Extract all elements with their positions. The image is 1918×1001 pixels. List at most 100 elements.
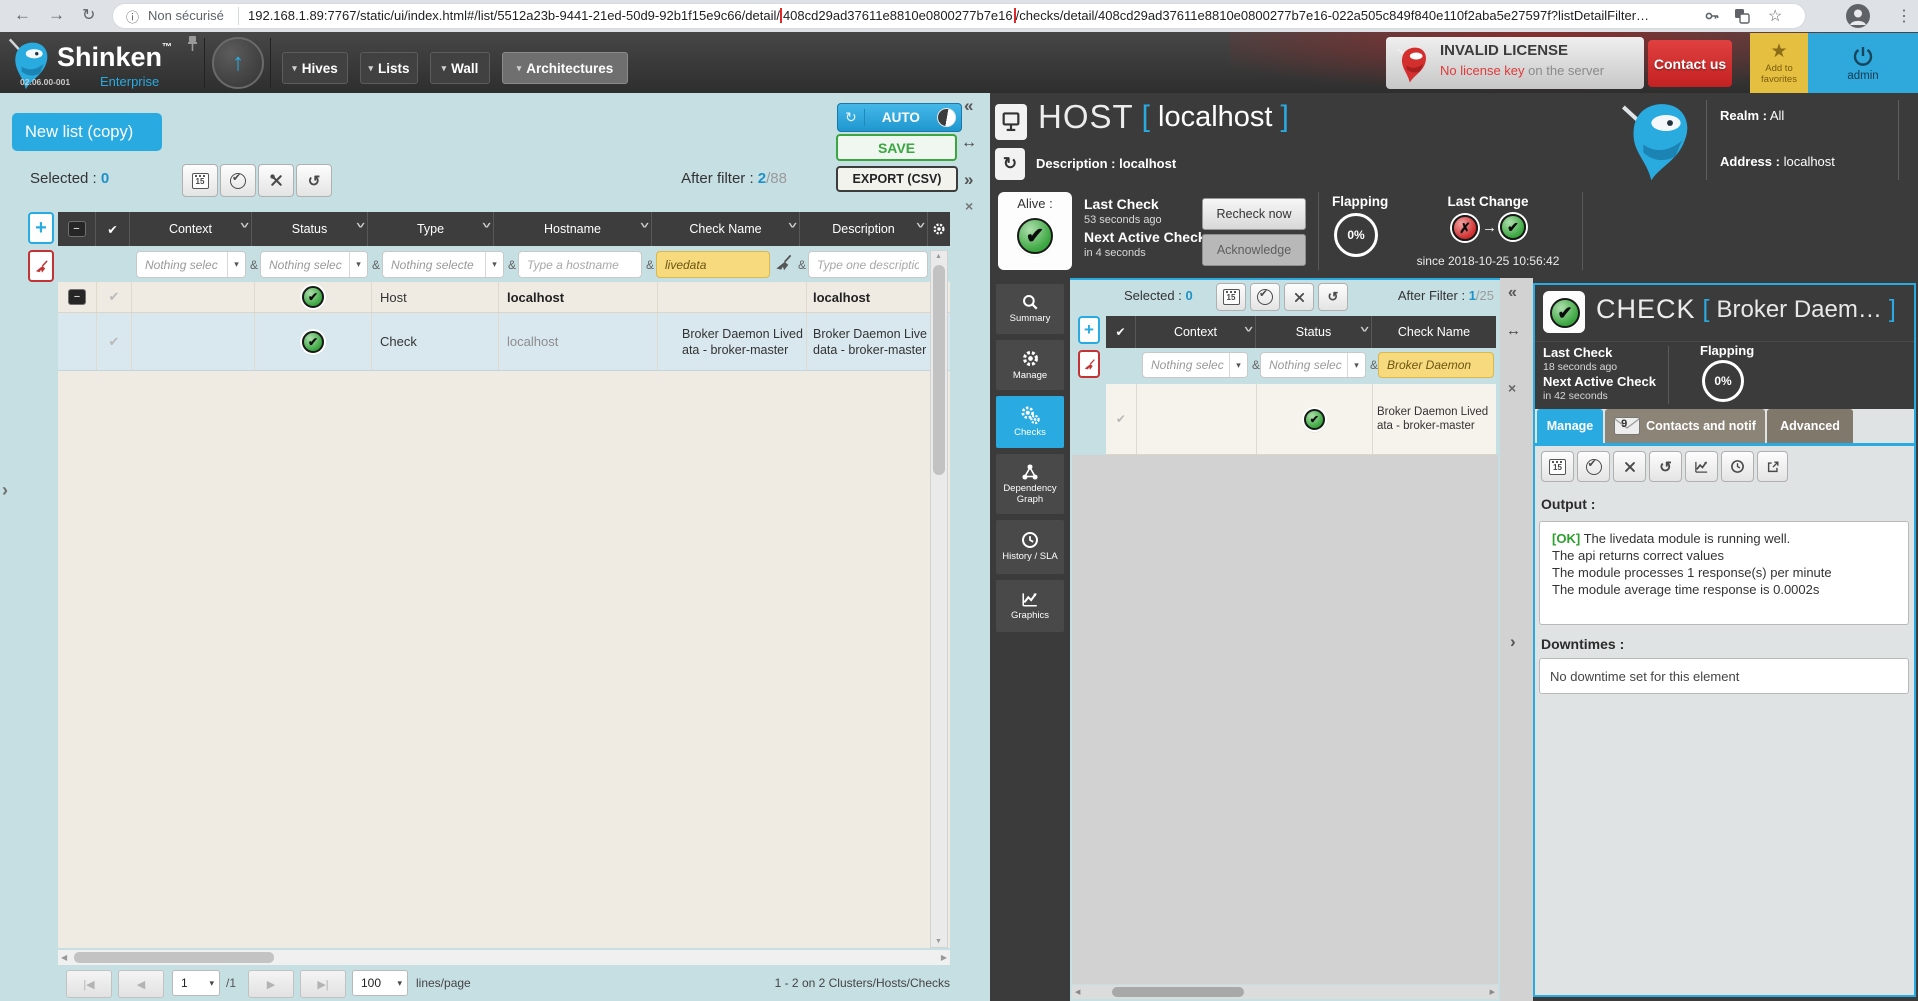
page-first-button[interactable] <box>66 970 112 998</box>
menu-wall[interactable]: Wall <box>430 52 490 84</box>
resize-check-panel-icon[interactable] <box>1506 322 1521 339</box>
page-next-button[interactable] <box>248 970 294 998</box>
column-hostname[interactable]: Hostname <box>494 212 652 246</box>
contact-us-button[interactable]: Contact us <box>1648 40 1732 87</box>
filter-context-select[interactable]: Nothing selec <box>136 251 246 278</box>
column-context[interactable]: Context <box>1136 316 1256 348</box>
scroll-right-icon[interactable] <box>1490 988 1495 996</box>
clear-filters-button[interactable] <box>28 250 54 282</box>
vertical-scrollbar[interactable] <box>930 250 948 948</box>
column-checkname[interactable]: Check Name <box>652 212 800 246</box>
expand-right-icon[interactable] <box>964 170 973 190</box>
clear-checkname-filter[interactable] <box>774 253 793 277</box>
table-row-selected[interactable]: ✔ Check localhost Broker Daemon Livedata… <box>58 313 950 371</box>
fix-button[interactable] <box>258 164 294 197</box>
host-refresh-button[interactable] <box>995 148 1025 180</box>
site-info-icon[interactable] <box>126 7 139 26</box>
scroll-down-icon[interactable] <box>935 938 942 945</box>
column-checkname[interactable]: Check Name <box>1372 316 1496 348</box>
list-title-button[interactable]: New list (copy) <box>12 113 162 151</box>
filter-description-input[interactable] <box>808 251 928 278</box>
checks-schedule-button[interactable] <box>1216 283 1246 311</box>
add-to-favorites-button[interactable]: Add to favorites <box>1750 33 1808 93</box>
checks-filter-status-select[interactable]: Nothing selec <box>1260 352 1366 378</box>
scroll-up-icon[interactable] <box>935 253 942 260</box>
sidebar-item-manage[interactable]: Manage <box>996 340 1064 390</box>
per-page-select[interactable]: 100 <box>352 970 408 996</box>
column-check[interactable] <box>96 212 130 246</box>
sidebar-item-summary[interactable]: Summary <box>996 284 1064 334</box>
browser-back-icon[interactable] <box>14 5 31 25</box>
scroll-top-button[interactable] <box>212 37 264 89</box>
acknowledge-button[interactable]: Acknowledge <box>1202 234 1306 266</box>
tab-manage[interactable]: Manage <box>1537 409 1603 443</box>
row-checkbox[interactable] <box>97 313 132 370</box>
add-row-button[interactable] <box>28 212 54 244</box>
table-row[interactable]: ✔ Host localhost localhost <box>58 282 950 313</box>
checks-fix-button[interactable] <box>1284 283 1314 311</box>
scroll-left-icon[interactable] <box>1075 988 1080 996</box>
expand-list-panel-icon[interactable] <box>2 480 8 501</box>
auto-toggle[interactable] <box>937 108 956 127</box>
close-panel-icon[interactable] <box>965 198 973 214</box>
check-schedule-button[interactable] <box>1541 451 1574 482</box>
translate-icon[interactable] <box>1734 8 1750 29</box>
check-recheck-button[interactable] <box>1649 451 1682 482</box>
sidebar-item-graphics[interactable]: Graphics <box>996 580 1064 632</box>
check-graph-button[interactable] <box>1685 451 1718 482</box>
tab-advanced[interactable]: Advanced <box>1767 409 1853 443</box>
key-icon[interactable] <box>1704 8 1720 29</box>
minus-box-icon[interactable] <box>68 289 86 305</box>
page-select[interactable]: 1 <box>172 970 220 996</box>
tab-contacts[interactable]: 9 Contacts and notif <box>1605 409 1765 443</box>
pin-icon[interactable] <box>186 35 199 57</box>
scroll-left-icon[interactable] <box>61 953 67 962</box>
sidebar-item-dependency-graph[interactable]: Dependency Graph <box>996 454 1064 514</box>
recheck-now-button[interactable]: Recheck now <box>1202 198 1306 230</box>
check-fix-button[interactable] <box>1613 451 1646 482</box>
acknowledge-button[interactable] <box>220 164 256 197</box>
url-text[interactable]: 192.168.1.89:7767/static/ui/index.html#/… <box>248 8 1688 23</box>
page-last-button[interactable] <box>300 970 346 998</box>
column-settings[interactable] <box>928 212 950 246</box>
collapse-left-icon[interactable] <box>964 96 973 116</box>
menu-architectures[interactable]: Architectures <box>502 52 628 84</box>
collapse-check-panel-icon[interactable] <box>1508 284 1517 302</box>
checks-filter-checkname-input[interactable] <box>1378 352 1494 378</box>
checks-clear-filters-button[interactable] <box>1078 350 1100 378</box>
save-button[interactable]: SAVE <box>836 134 957 161</box>
row-checkbox[interactable] <box>1106 384 1137 454</box>
resize-handle-icon[interactable] <box>961 134 977 152</box>
menu-hives[interactable]: Hives <box>282 52 348 84</box>
expand-check-panel-icon[interactable] <box>1510 632 1516 652</box>
browser-forward-icon[interactable] <box>48 5 65 25</box>
column-status[interactable]: Status <box>1256 316 1372 348</box>
check-external-link-button[interactable] <box>1757 451 1788 482</box>
browser-reload-icon[interactable] <box>82 5 95 25</box>
scroll-right-icon[interactable] <box>941 953 947 962</box>
filter-checkname-input[interactable] <box>656 251 770 278</box>
check-history-button[interactable] <box>1721 451 1754 482</box>
checks-horizontal-scrollbar[interactable] <box>1072 985 1498 999</box>
scrollbar-thumb[interactable] <box>933 265 945 475</box>
checks-acknowledge-button[interactable] <box>1250 283 1280 311</box>
close-check-panel-icon[interactable] <box>1508 380 1516 396</box>
browser-menu-icon[interactable] <box>1896 6 1912 26</box>
column-description[interactable]: Description <box>800 212 928 246</box>
filter-type-select[interactable]: Nothing selecte <box>382 251 504 278</box>
host-icon-button[interactable] <box>995 104 1027 140</box>
schedule-downtime-button[interactable] <box>182 164 218 197</box>
filter-hostname-input[interactable] <box>518 251 642 278</box>
column-check[interactable] <box>1106 316 1136 348</box>
checks-add-button[interactable] <box>1078 316 1100 344</box>
check-acknowledge-button[interactable] <box>1577 451 1610 482</box>
menu-lists[interactable]: Lists <box>360 52 418 84</box>
sidebar-item-checks[interactable]: Checks <box>996 396 1064 448</box>
sidebar-item-history-sla[interactable]: History / SLA <box>996 520 1064 574</box>
checks-filter-context-select[interactable]: Nothing selec <box>1142 352 1248 378</box>
avatar[interactable] <box>1846 4 1870 33</box>
filter-status-select[interactable]: Nothing selec <box>260 251 368 278</box>
horizontal-scrollbar[interactable] <box>58 950 950 965</box>
column-select-all[interactable] <box>58 212 96 246</box>
checks-recheck-button[interactable] <box>1318 283 1348 311</box>
